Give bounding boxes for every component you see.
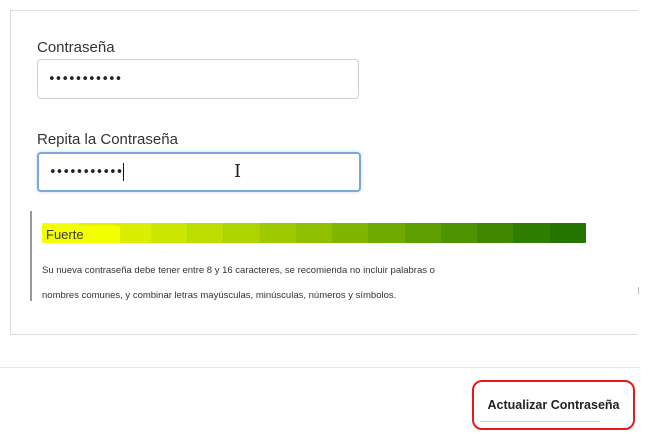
update-password-button[interactable]: Actualizar Contraseña bbox=[472, 380, 635, 430]
password-label: Contraseña bbox=[37, 39, 115, 56]
update-password-button-label: Actualizar Contraseña bbox=[487, 398, 620, 412]
strength-meter-segment bbox=[150, 223, 188, 243]
strength-meter-segment bbox=[477, 223, 514, 243]
text-caret bbox=[123, 163, 125, 181]
strength-meter-segment bbox=[368, 223, 405, 243]
strength-meter-segment bbox=[114, 223, 151, 243]
password-hint-line-1: Su nueva contraseña debe tener entre 8 y… bbox=[42, 265, 435, 276]
strength-level-label: Fuerte bbox=[44, 226, 120, 243]
strength-meter-segment bbox=[404, 223, 441, 243]
strength-meter-segment bbox=[259, 223, 296, 243]
strength-meter-bar bbox=[42, 223, 586, 243]
password-strength-panel: Fuerte Su nueva contraseña debe tener en… bbox=[30, 211, 590, 301]
password-input[interactable]: ••••••••••• bbox=[37, 59, 359, 99]
ibeam-cursor-icon: I bbox=[234, 161, 242, 182]
password-hint-line-2: nombres comunes, y combinar letras mayús… bbox=[42, 290, 397, 301]
repeat-password-input[interactable]: ••••••••••• bbox=[37, 152, 361, 192]
repeat-password-input-value: ••••••••••• bbox=[49, 164, 123, 180]
footer-divider bbox=[0, 367, 640, 368]
button-underline bbox=[480, 421, 600, 422]
strength-meter-segment bbox=[332, 223, 369, 243]
scroll-tick bbox=[638, 287, 639, 294]
password-input-value: ••••••••••• bbox=[48, 71, 122, 87]
strength-meter-segment bbox=[513, 223, 550, 243]
strength-meter-segment bbox=[549, 223, 586, 243]
strength-meter-segment bbox=[187, 223, 224, 243]
strength-meter-segment bbox=[440, 223, 478, 243]
strength-meter-segment bbox=[223, 223, 260, 243]
repeat-password-label: Repita la Contraseña bbox=[37, 131, 178, 148]
strength-meter-segment bbox=[295, 223, 333, 243]
